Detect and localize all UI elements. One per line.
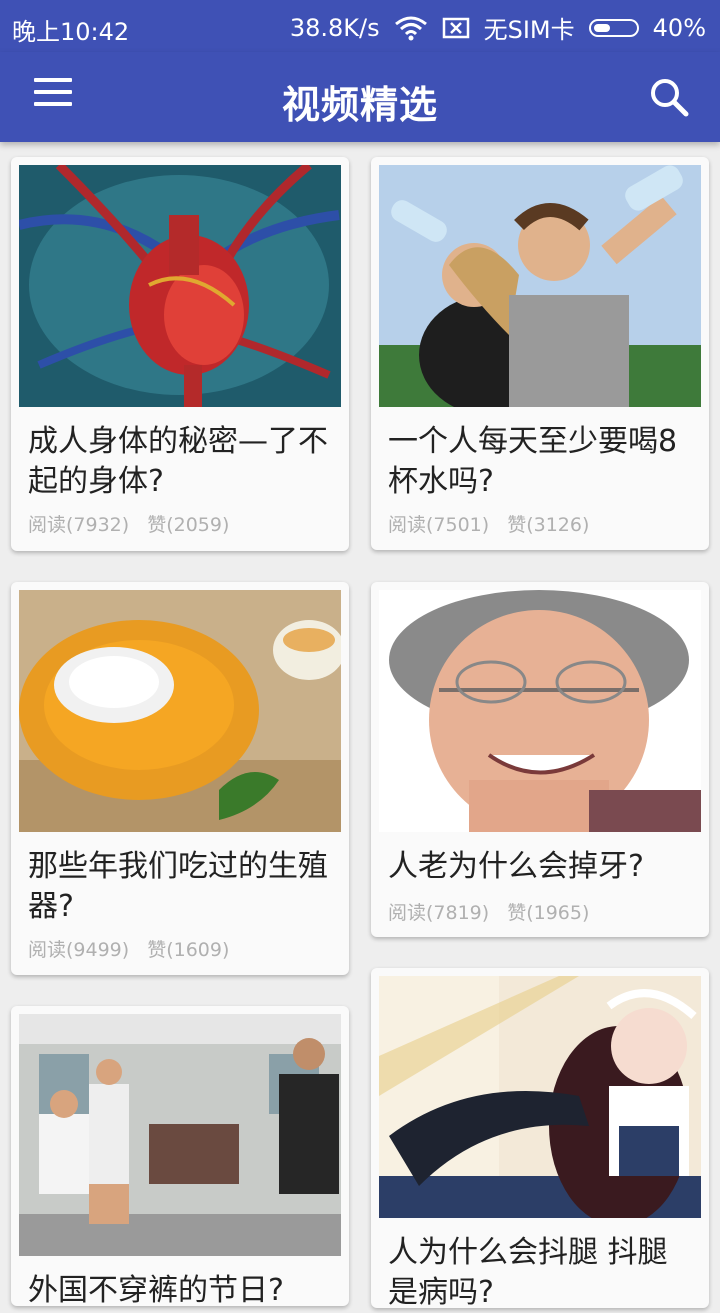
card-title: 人为什么会抖腿 抖腿是病吗? (388, 1235, 668, 1310)
card-stats: 阅读(9499) 赞(1609) (28, 935, 247, 962)
video-card[interactable]: 那些年我们吃过的生殖器? 阅读(9499) 赞(1609) (11, 582, 349, 975)
like-count: 赞(1965) (507, 902, 590, 924)
card-title: 成人身体的秘密—了不起的身体? (28, 424, 328, 499)
video-thumbnail (379, 590, 701, 832)
card-title: 人老为什么会掉牙? (388, 849, 644, 884)
page-title: 视频精选 (281, 83, 438, 127)
card-stats: 阅读(7501) 赞(3126) (388, 510, 607, 537)
video-thumbnail (19, 590, 341, 832)
video-card[interactable]: 成人身体的秘密—了不起的身体? 阅读(7932) 赞(2059) (11, 157, 349, 551)
video-thumbnail (19, 165, 341, 407)
video-thumbnail (379, 976, 701, 1218)
battery-icon (588, 18, 639, 37)
network-speed: 38.8K/s (289, 13, 380, 42)
video-thumbnail (19, 1014, 341, 1256)
video-card[interactable]: 外国不穿裤的节日? (11, 1006, 349, 1308)
wifi-icon (394, 15, 428, 41)
read-count: 阅读(7819) (388, 902, 490, 924)
battery-percent: 40% (652, 13, 706, 42)
status-time: 晚上10:42 (12, 18, 130, 46)
video-thumbnail (379, 165, 701, 407)
app-bar: 视频精选 (0, 52, 720, 142)
read-count: 阅读(9499) (28, 939, 130, 961)
read-count: 阅读(7932) (28, 514, 130, 536)
card-stats: 阅读(7819) 赞(1965) (388, 898, 607, 925)
video-card[interactable]: 人为什么会抖腿 抖腿是病吗? (371, 968, 709, 1310)
card-stats: 阅读(7932) 赞(2059) (28, 510, 247, 537)
search-icon[interactable] (648, 76, 692, 120)
card-title: 一个人每天至少要喝8杯水吗? (388, 424, 678, 499)
status-bar: 晚上10:42 38.8K/s 无SIM卡 40% (0, 0, 720, 52)
no-sim-icon (442, 17, 470, 39)
video-card[interactable]: 一个人每天至少要喝8杯水吗? 阅读(7501) 赞(3126) (371, 157, 709, 550)
video-card[interactable]: 人老为什么会掉牙? 阅读(7819) 赞(1965) (371, 582, 709, 937)
card-title: 那些年我们吃过的生殖器? (28, 849, 328, 924)
like-count: 赞(1609) (147, 939, 230, 961)
read-count: 阅读(7501) (388, 514, 490, 536)
sim-status: 无SIM卡 (483, 16, 575, 44)
card-title: 外国不穿裤的节日? (28, 1273, 284, 1308)
like-count: 赞(3126) (507, 514, 590, 536)
like-count: 赞(2059) (147, 514, 230, 536)
